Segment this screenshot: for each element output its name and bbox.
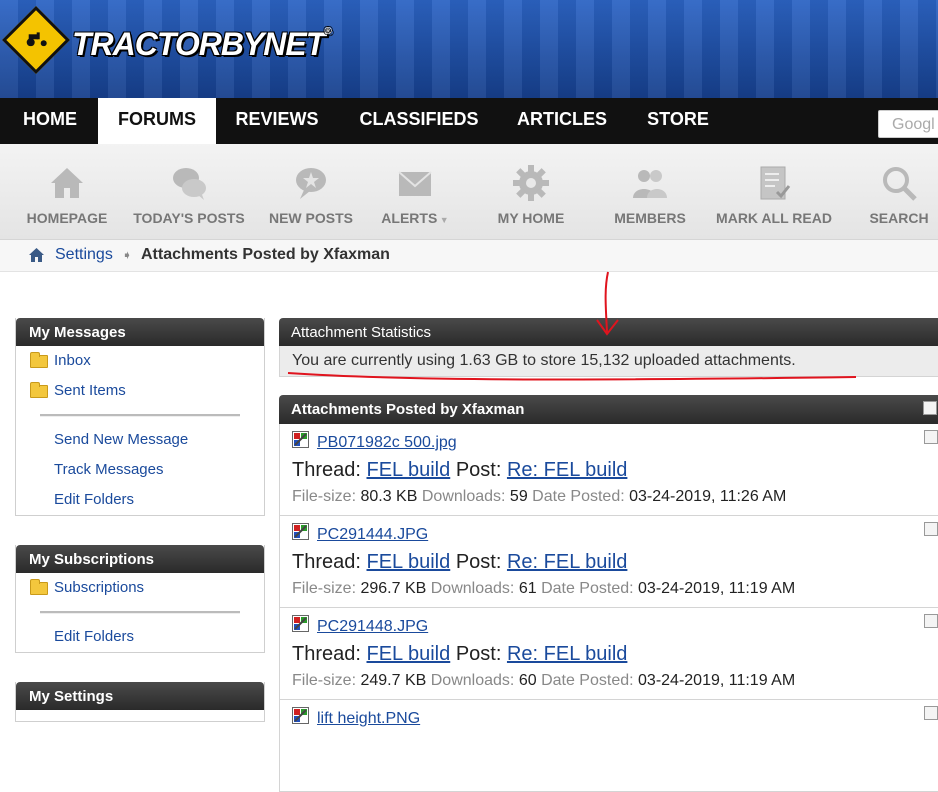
attachment-statistics: Attachment Statistics You are currently …: [279, 318, 938, 377]
folder-icon: [30, 579, 48, 595]
image-file-icon: [292, 615, 309, 632]
attachment-thread-line: Thread: FEL build Post: Re: FEL build: [292, 551, 628, 573]
attachment-item: PC291448.JPG Thread: FEL build Post: Re: …: [279, 608, 938, 700]
attachment-statistics-title: Attachment Statistics: [279, 318, 938, 346]
tab-classifieds[interactable]: CLASSIFIEDS: [340, 98, 498, 144]
sidebar-item-track-messages[interactable]: Track Messages: [16, 455, 264, 485]
sidebar-item-edit-folders[interactable]: Edit Folders: [16, 622, 264, 652]
attachment-item: PB071982c 500.jpg Thread: FEL build Post:…: [279, 424, 938, 516]
sidebar-item-edit-folders[interactable]: Edit Folders: [16, 485, 264, 515]
my-subscriptions-block: My Subscriptions Subscriptions Edit Fold…: [15, 545, 265, 653]
breadcrumb: Settings ➧ Attachments Posted by Xfaxman: [0, 240, 938, 272]
my-messages-block: My Messages Inbox Sent Items Send New Me…: [15, 318, 265, 516]
sidebar-divider: [40, 611, 240, 614]
attachment-filename-link[interactable]: PC291448.JPG: [317, 618, 428, 636]
my-settings-title[interactable]: My Settings: [16, 682, 264, 710]
sidebar-item-sent-items[interactable]: Sent Items: [16, 376, 264, 406]
attachment-meta-line: File-size: 296.7 KB Downloads: 61 Date P…: [292, 580, 796, 597]
site-logo-text[interactable]: TRACTORBYNET®: [72, 26, 332, 63]
checklist-icon: [760, 166, 791, 200]
attachments-list-title: Attachments Posted by Xfaxman: [279, 395, 938, 424]
tab-forums[interactable]: FORUMS: [98, 98, 216, 144]
my-settings-block: My Settings: [15, 682, 265, 722]
attachment-thread-line: Thread: FEL build Post: Re: FEL build: [292, 459, 628, 481]
attachment-checkbox[interactable]: [924, 430, 938, 444]
people-icon: [633, 170, 667, 198]
breadcrumb-settings[interactable]: Settings: [55, 246, 113, 264]
sidebar-item-send-new-message[interactable]: Send New Message: [16, 425, 264, 455]
home-icon[interactable]: [28, 247, 45, 263]
attachment-checkbox[interactable]: [924, 614, 938, 628]
sidebar-divider: [40, 414, 240, 417]
image-file-icon: [292, 431, 309, 448]
subnav-search[interactable]: SEARCH: [860, 144, 938, 240]
magnifier-icon: [883, 167, 917, 201]
star-bubble-icon: [296, 168, 326, 199]
thread-link[interactable]: FEL build: [367, 459, 451, 481]
tab-store[interactable]: STORE: [626, 98, 730, 144]
house-icon: [51, 168, 83, 198]
subnav-mark-all-read[interactable]: MARK ALL READ: [712, 144, 836, 240]
attachment-statistics-text: You are currently using 1.63 GB to store…: [279, 346, 938, 377]
tab-reviews[interactable]: REVIEWS: [216, 98, 338, 144]
thread-link[interactable]: FEL build: [367, 643, 451, 665]
attachment-thread-line: Thread: FEL build Post: Re: FEL build: [292, 643, 628, 665]
subnav-homepage[interactable]: HOMEPAGE: [20, 144, 114, 240]
post-link[interactable]: Re: FEL build: [507, 551, 627, 573]
my-subscriptions-title: My Subscriptions: [16, 545, 264, 573]
search-input[interactable]: Googl: [878, 110, 938, 138]
breadcrumb-current: Attachments Posted by Xfaxman: [141, 246, 390, 263]
my-messages-title: My Messages: [16, 318, 264, 346]
subnav-members[interactable]: MEMBERS: [604, 144, 696, 240]
subnav-my-home[interactable]: MY HOME: [486, 144, 576, 240]
site-banner: TRACTORBYNET®: [0, 0, 938, 98]
post-link[interactable]: Re: FEL build: [507, 459, 627, 481]
envelope-icon: [398, 171, 432, 196]
attachment-item: lift height.PNG: [279, 700, 938, 792]
subnav-alerts[interactable]: ALERTS ▼: [374, 144, 456, 240]
sidebar-item-inbox[interactable]: Inbox: [16, 346, 264, 376]
image-file-icon: [292, 523, 309, 540]
attachments-list: Attachments Posted by Xfaxman PB071982c …: [279, 395, 938, 792]
attachment-filename-link[interactable]: PC291444.JPG: [317, 526, 428, 544]
chevron-down-icon: ▼: [437, 215, 449, 225]
sidebar-item-subscriptions[interactable]: Subscriptions: [16, 573, 264, 603]
attachment-checkbox[interactable]: [924, 522, 938, 536]
attachment-meta-line: File-size: 80.3 KB Downloads: 59 Date Po…: [292, 488, 787, 505]
folder-icon: [30, 352, 48, 368]
gear-icon: [513, 165, 549, 201]
subnav-todays-posts[interactable]: TODAY'S POSTS: [130, 144, 248, 240]
folder-icon: [30, 382, 48, 398]
attachment-filename-link[interactable]: PB071982c 500.jpg: [317, 434, 457, 452]
sub-nav: HOMEPAGE TODAY'S POSTS NEW POSTS ALERTS …: [0, 144, 938, 240]
attachment-meta-line: File-size: 249.7 KB Downloads: 60 Date P…: [292, 672, 796, 689]
breadcrumb-separator-icon: ➧: [122, 248, 133, 262]
tractor-logo-icon[interactable]: [2, 6, 70, 74]
main-nav: HOME FORUMS REVIEWS CLASSIFIEDS ARTICLES…: [0, 98, 938, 144]
tab-articles[interactable]: ARTICLES: [498, 98, 626, 144]
chat-bubbles-icon: [173, 168, 206, 200]
attachment-filename-link[interactable]: lift height.PNG: [317, 710, 420, 728]
subnav-new-posts[interactable]: NEW POSTS: [264, 144, 358, 240]
tab-home[interactable]: HOME: [0, 98, 100, 144]
attachment-checkbox[interactable]: [924, 706, 938, 720]
attachment-item: PC291444.JPG Thread: FEL build Post: Re: …: [279, 516, 938, 608]
select-all-checkbox[interactable]: [923, 401, 937, 415]
thread-link[interactable]: FEL build: [367, 551, 451, 573]
post-link[interactable]: Re: FEL build: [507, 643, 627, 665]
